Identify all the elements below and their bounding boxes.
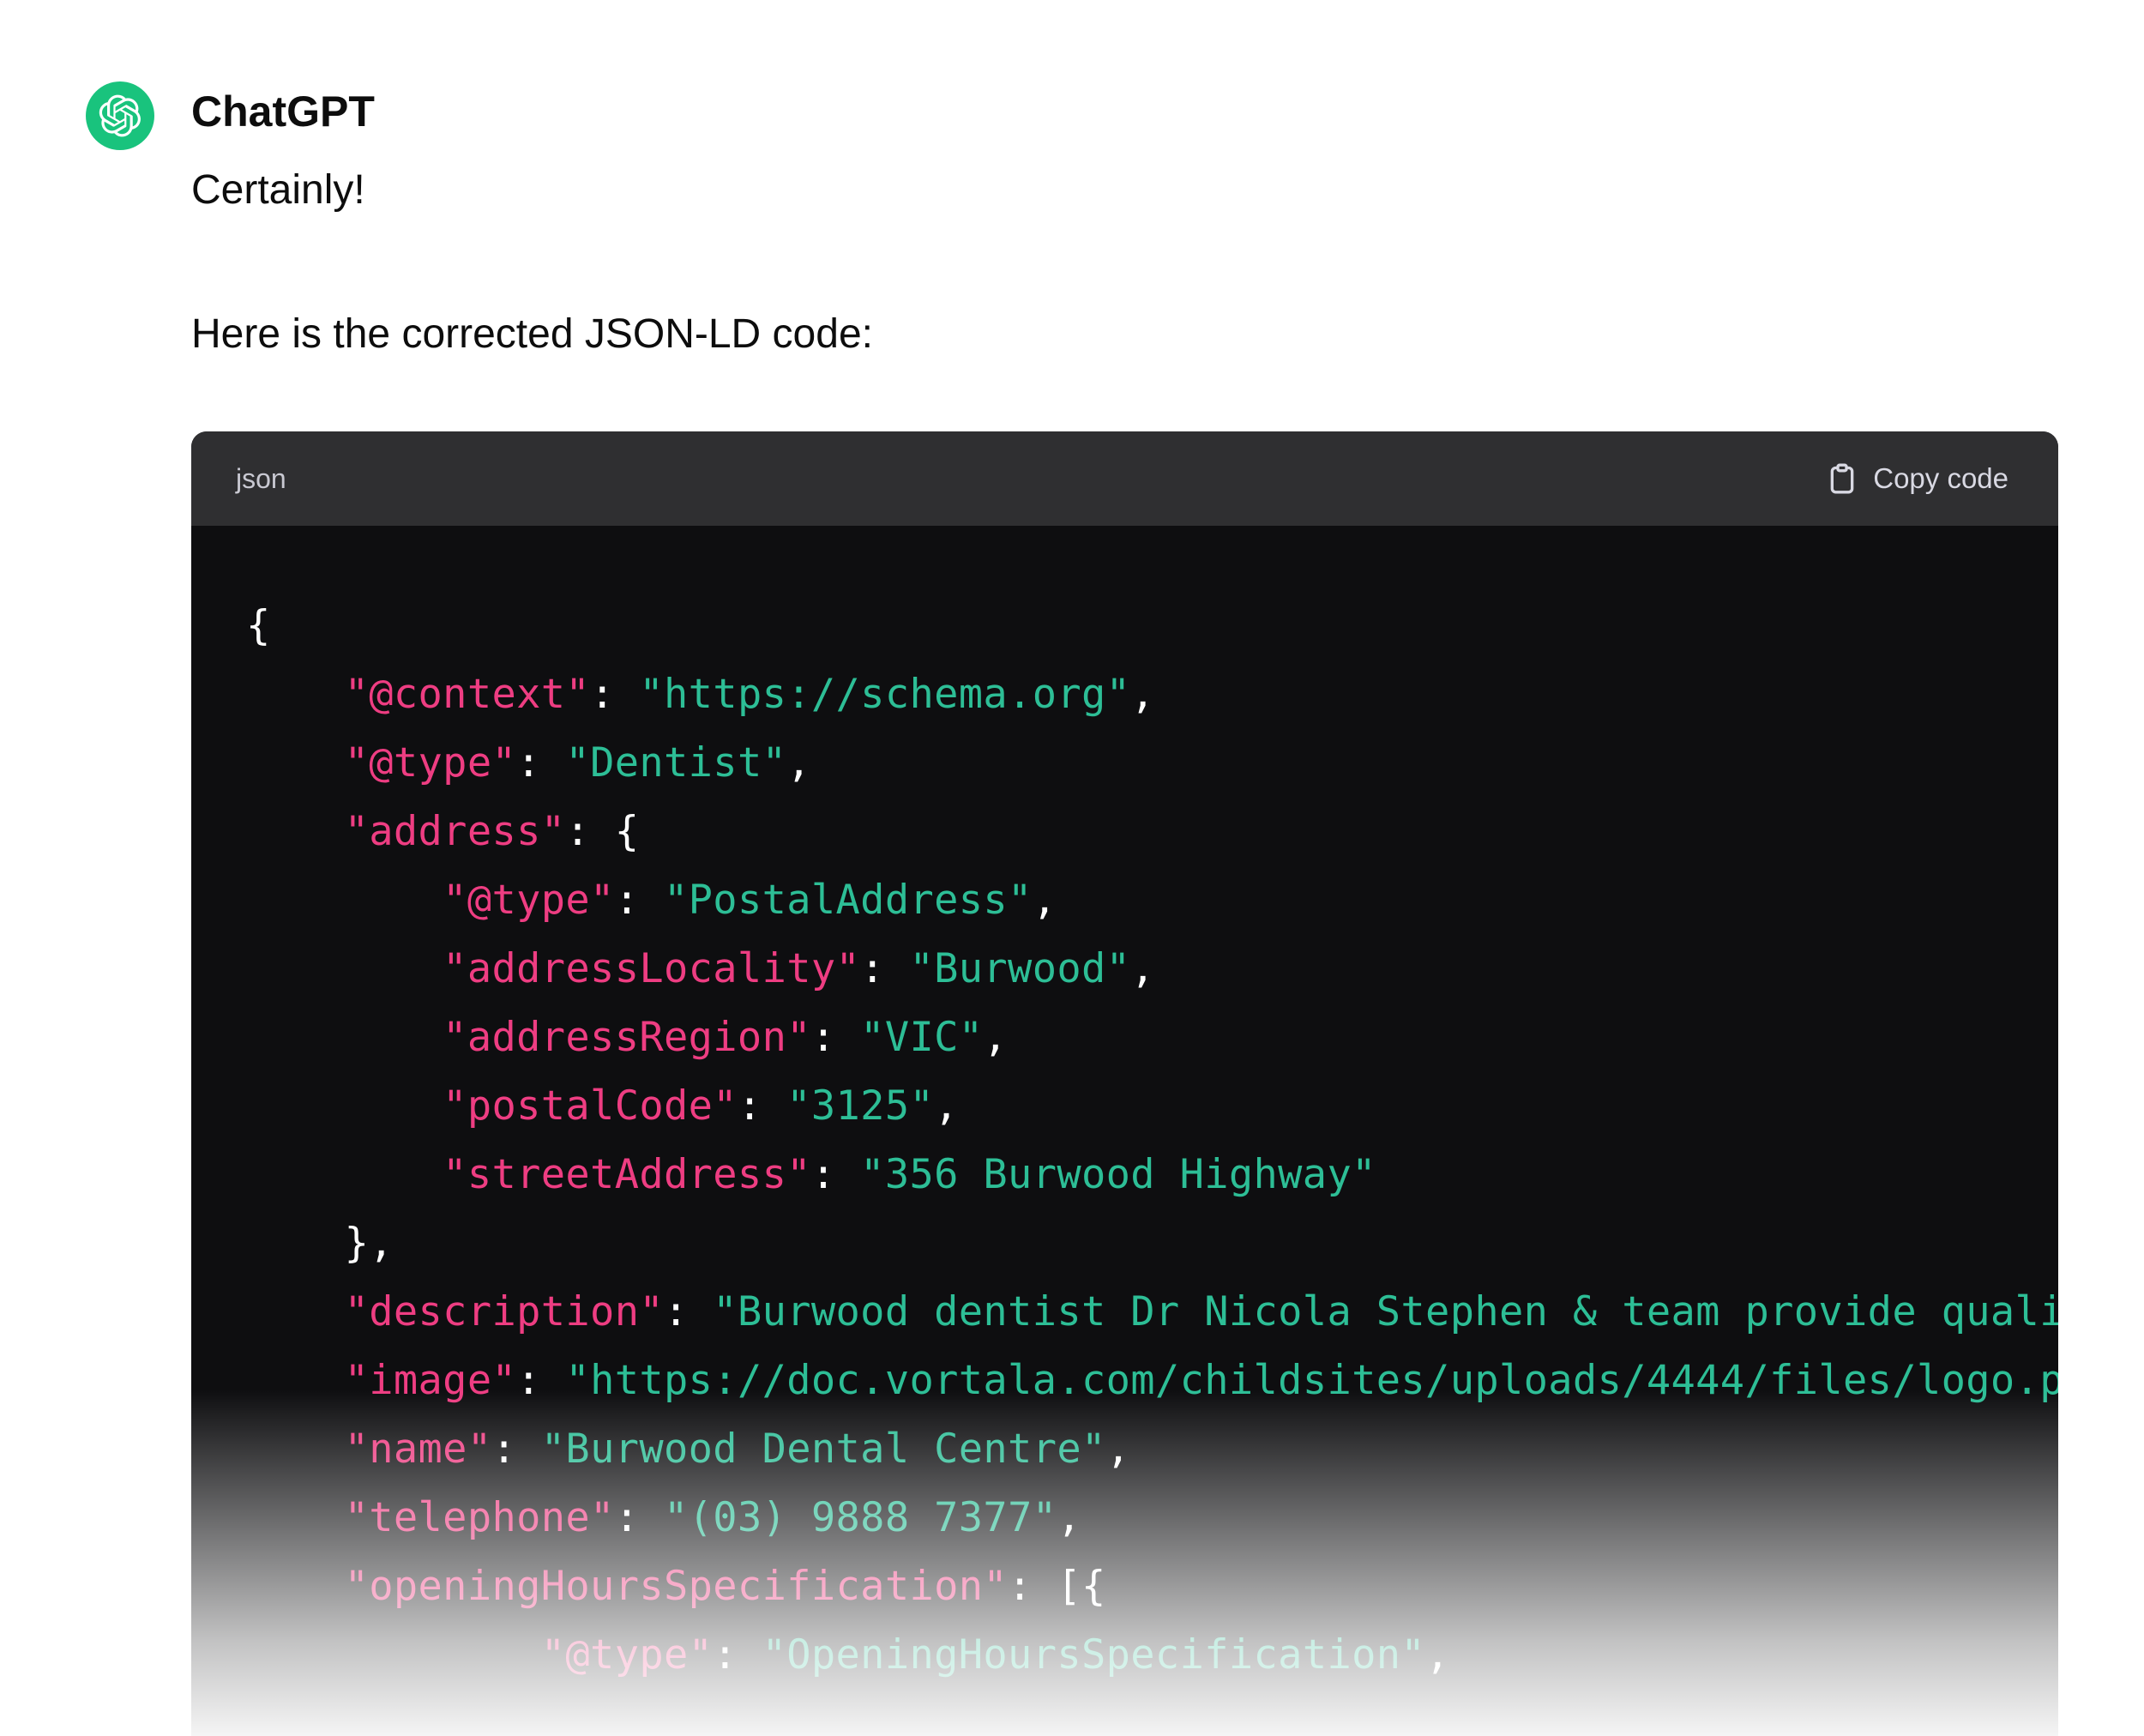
- code-line: "@context": "https://schema.org",: [344, 671, 1155, 718]
- code-line: "@type": "PostalAddress",: [443, 877, 1057, 924]
- message-text-intro: Certainly!: [191, 167, 365, 213]
- code-block-header: json Copy code: [191, 431, 2058, 526]
- chatgpt-avatar: [86, 81, 154, 150]
- code-line: "image": "https://doc.vortala.com/childs…: [344, 1357, 2058, 1404]
- code-line: },: [246, 1220, 394, 1267]
- message-text-lead-in: Here is the corrected JSON-LD code:: [191, 311, 873, 357]
- sender-name: ChatGPT: [191, 87, 375, 136]
- code-line: "addressLocality": "Burwood",: [443, 945, 1155, 992]
- clipboard-icon: [1830, 463, 1854, 494]
- code-line: "postalCode": "3125",: [443, 1082, 959, 1130]
- copy-code-button[interactable]: Copy code: [1825, 461, 2008, 496]
- code-line: "streetAddress": "356 Burwood Highway": [443, 1151, 1376, 1198]
- code-line: "description": "Burwood dentist Dr Nicol…: [344, 1288, 2058, 1335]
- code-line: "openingHoursSpecification": [{: [344, 1563, 1106, 1610]
- copy-code-label: Copy code: [1873, 462, 2008, 494]
- code-line: "address": {: [344, 808, 640, 855]
- code-line: "@type": "Dentist",: [344, 739, 811, 787]
- code-line: "telephone": "(03) 9888 7377",: [344, 1494, 1082, 1541]
- openai-logo-icon: [99, 94, 141, 137]
- code-line: "name": "Burwood Dental Centre",: [344, 1426, 1131, 1473]
- code-language-label: json: [236, 462, 286, 494]
- code-line: "addressRegion": "VIC",: [443, 1014, 1009, 1061]
- code-line: {: [246, 602, 271, 649]
- code-content: { "@context": "https://schema.org", "@ty…: [191, 526, 2058, 1690]
- chatgpt-conversation: ChatGPT Certainly! Here is the corrected…: [0, 0, 2144, 1736]
- code-block: json Copy code { "@context": "https://sc…: [191, 431, 2058, 1736]
- code-line: "@type": "OpeningHoursSpecification",: [540, 1631, 1450, 1679]
